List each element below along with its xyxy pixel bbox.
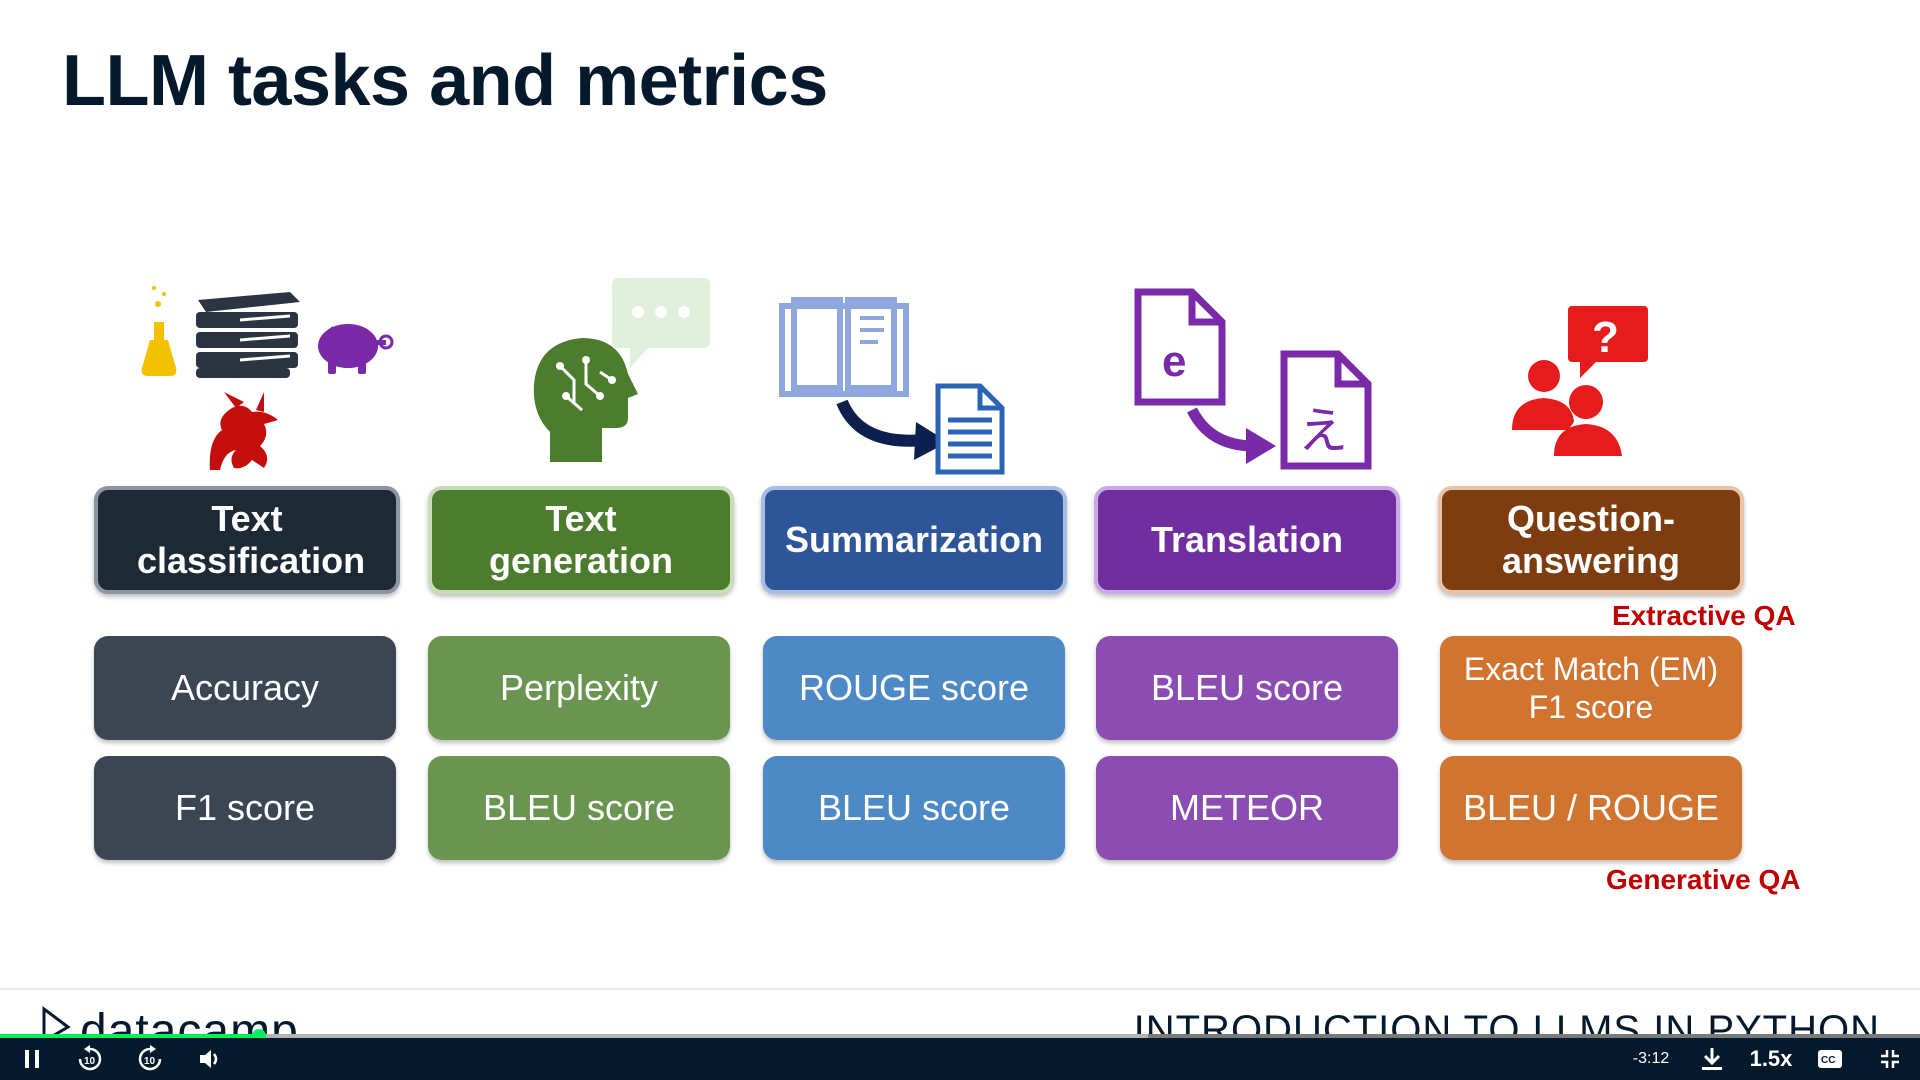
pause-icon (23, 1049, 41, 1069)
summarization-illustration (778, 296, 1008, 476)
rewind-10-icon: 10 (76, 1045, 104, 1073)
forward-10-button[interactable]: 10 (130, 1038, 170, 1080)
books-icon (196, 292, 300, 378)
task-label: Text generation (488, 498, 674, 581)
arrow-icon (836, 399, 925, 447)
open-book-icon (779, 297, 909, 397)
metric-accuracy: Accuracy (94, 636, 396, 740)
playback-speed-button[interactable]: 1.5x (1746, 1038, 1796, 1080)
extractive-qa-note: Extractive QA (1612, 600, 1796, 631)
task-label: Translation (1150, 519, 1344, 560)
flask-icon (141, 286, 177, 376)
slide: LLM tasks and metrics e え ? Text classif… (0, 0, 1920, 1035)
metric-bleu-score: BLEU score (428, 756, 730, 860)
slide-title: LLM tasks and metrics (62, 41, 828, 121)
volume-button[interactable] (190, 1038, 230, 1080)
dragon-icon (209, 392, 278, 470)
time-remaining: -3:12 (1632, 1050, 1670, 1067)
volume-icon (198, 1048, 222, 1070)
svg-text:?: ? (1592, 313, 1619, 362)
text-generation-illustration (530, 276, 720, 466)
datacamp-logo-icon (40, 1002, 80, 1035)
footer-divider (0, 988, 1920, 990)
document-icon (935, 383, 1005, 475)
text-classification-illustration (140, 280, 400, 470)
task-label: Text classification (137, 498, 366, 581)
svg-text:10: 10 (84, 1056, 96, 1067)
task-text-classification: Text classification (94, 486, 400, 594)
captions-icon: CC (1818, 1050, 1842, 1068)
download-button[interactable] (1692, 1038, 1732, 1080)
task-label: Summarization (784, 519, 1044, 560)
document-e-icon: e (1134, 288, 1226, 406)
ai-head-icon (533, 338, 638, 462)
metric-exact-match-f1: Exact Match (EM) F1 score (1440, 636, 1742, 740)
speech-bubble-icon (612, 278, 710, 368)
metric-meteor: METEOR (1096, 756, 1398, 860)
rewind-10-button[interactable]: 10 (70, 1038, 110, 1080)
task-question-answering: Question-answering (1438, 486, 1744, 594)
exit-fullscreen-icon (1880, 1049, 1900, 1069)
metric-bleu-score: BLEU score (1096, 636, 1398, 740)
svg-text:e: e (1162, 337, 1186, 386)
svg-text:CC: CC (1821, 1055, 1835, 1066)
task-translation: Translation (1094, 486, 1400, 594)
piggy-bank-icon (318, 324, 394, 374)
metric-bleu-score: BLEU score (763, 756, 1065, 860)
question-bubble-icon: ? (1568, 306, 1648, 378)
task-label: Question-answering (1501, 498, 1681, 581)
player-controls: 10 10 -3:12 1.5x CC (0, 1038, 1920, 1080)
captions-button[interactable]: CC (1810, 1038, 1850, 1080)
exit-fullscreen-button[interactable] (1870, 1038, 1910, 1080)
arrow-icon (1187, 407, 1255, 452)
task-text-generation: Text generation (428, 486, 734, 594)
metric-bleu-rouge: BLEU / ROUGE (1440, 756, 1742, 860)
brand-name: datacamp (80, 1005, 299, 1035)
generative-qa-note: Generative QA (1606, 864, 1801, 895)
pause-button[interactable] (12, 1038, 52, 1080)
svg-text:10: 10 (144, 1056, 156, 1067)
metric-rouge-score: ROUGE score (763, 636, 1065, 740)
course-title: INTRODUCTION TO LLMS IN PYTHON (1133, 1008, 1880, 1035)
metric-perplexity: Perplexity (428, 636, 730, 740)
metric-f1-score: F1 score (94, 756, 396, 860)
translation-illustration: e え (1132, 286, 1382, 476)
download-icon (1699, 1046, 1725, 1072)
forward-10-icon: 10 (136, 1045, 164, 1073)
people-icon (1512, 360, 1622, 456)
question-answering-illustration: ? (1508, 304, 1648, 464)
task-summarization: Summarization (761, 486, 1067, 594)
svg-text:え: え (1298, 402, 1348, 460)
document-japanese-icon: え (1280, 350, 1372, 470)
